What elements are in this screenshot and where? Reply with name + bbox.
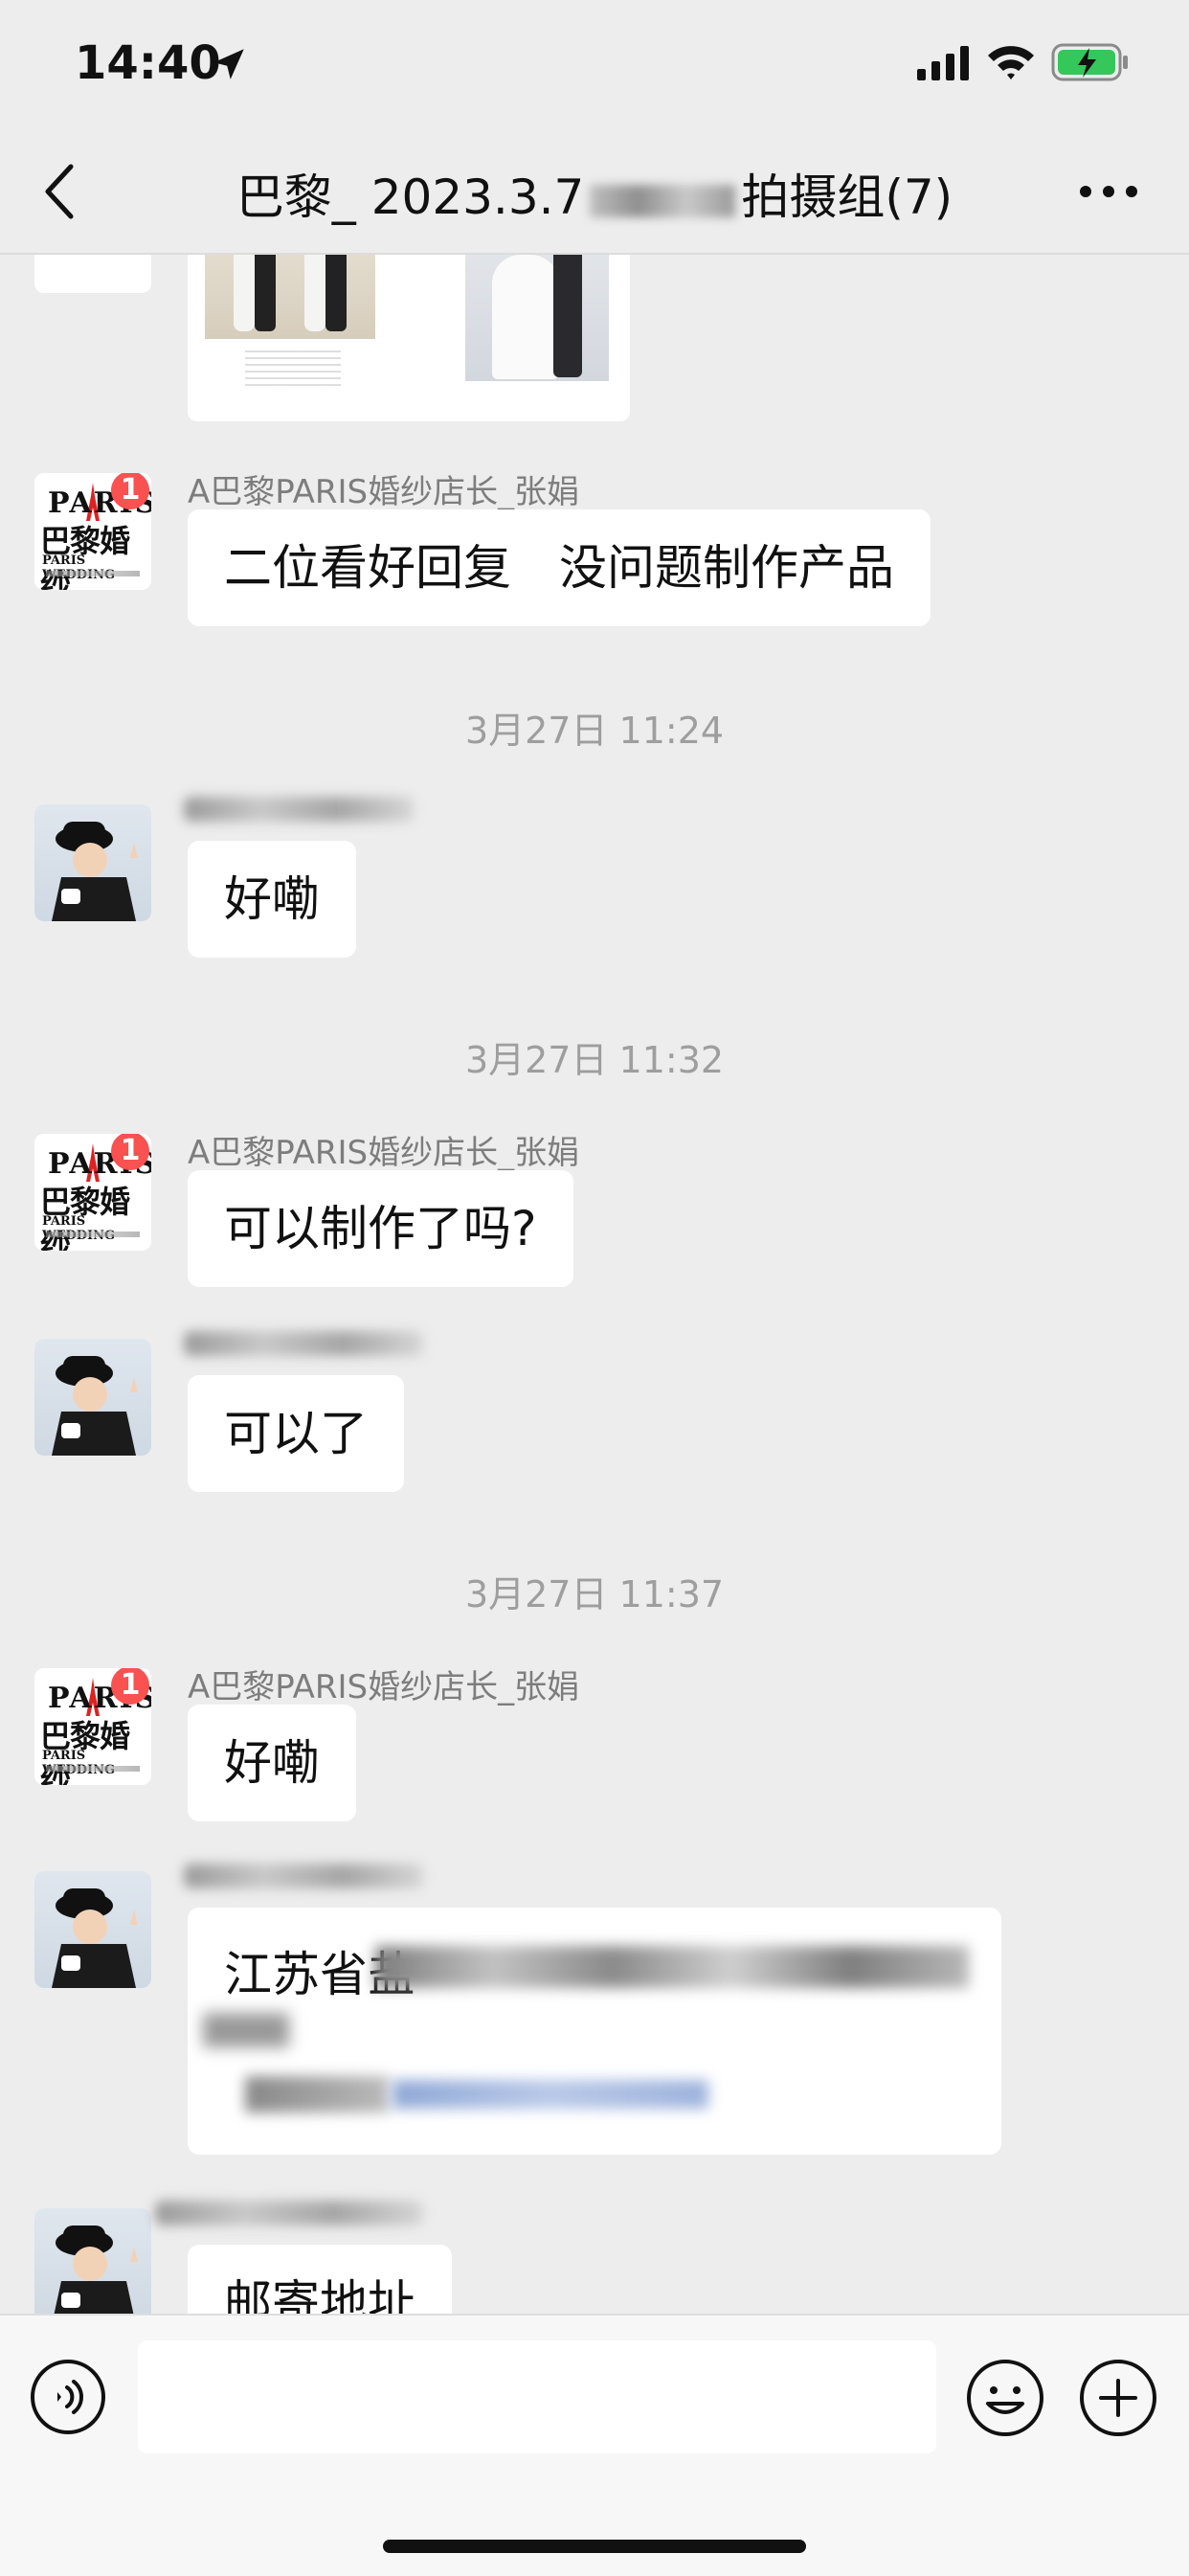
wedding-photo-right [465, 255, 609, 381]
avatar[interactable]: PARIS 巴黎婚纱 PARIS WEDDING 1 [34, 1134, 151, 1251]
logo-text-wedding: PARIS WEDDING [42, 1749, 115, 1777]
avatar[interactable] [34, 2208, 151, 2314]
redacted-phone [393, 2080, 708, 2109]
wifi-icon [988, 46, 1034, 79]
timestamp: 3月27日 11:32 [464, 1039, 725, 1081]
location-arrow-icon [213, 49, 244, 79]
wedding-photo-left [205, 255, 375, 339]
logo-tagline [46, 571, 140, 576]
logo-text-wedding: PARIS WEDDING [42, 554, 115, 582]
avatar[interactable]: PARIS 巴黎婚纱 PARIS WEDDING 1 [34, 473, 151, 590]
sender-name: A巴黎PARIS婚纱店长_张娟 [188, 473, 580, 511]
redacted-text [245, 2076, 389, 2113]
message-bubble[interactable]: 好嘞 [188, 1705, 356, 1821]
redacted-text [203, 2013, 289, 2047]
sender-name: A巴黎PARIS婚纱店长_张娟 [188, 1668, 580, 1706]
user-avatar-image [34, 2208, 151, 2314]
address-bubble[interactable]: 江苏省盐 [188, 1908, 1001, 2155]
caption-lines [245, 350, 341, 389]
message-bubble[interactable]: 可以制作了吗? [188, 1170, 573, 1287]
message-input[interactable] [138, 2340, 936, 2453]
logo-tagline [46, 1766, 140, 1772]
redacted-sender-name [155, 2201, 423, 2226]
sender-name: A巴黎PARIS婚纱店长_张娟 [188, 1134, 580, 1172]
photo-card[interactable] [188, 255, 630, 421]
chat-title-prefix: 巴黎_ 2023.3.7 [236, 169, 585, 225]
chat-title-suffix: 拍摄组(7) [741, 169, 953, 225]
add-more-icon[interactable] [1078, 2358, 1158, 2438]
message-list[interactable]: PARIS 巴黎婚纱 PARIS WEDDING 1 A巴黎PARIS婚纱店长_… [0, 255, 1189, 2314]
home-indicator[interactable] [383, 2540, 806, 2553]
user-avatar-image [34, 804, 151, 921]
avatar[interactable] [34, 255, 151, 293]
timestamp: 3月27日 11:24 [464, 710, 725, 752]
logo-tagline [46, 1232, 140, 1237]
avatar[interactable] [34, 1339, 151, 1456]
message-bubble[interactable]: 二位看好回复 没问题制作产品 [188, 509, 931, 626]
status-bar: 14:40 [0, 0, 1189, 126]
avatar[interactable] [34, 804, 151, 921]
more-options-icon[interactable] [1078, 182, 1139, 201]
battery-charging-icon [1051, 43, 1128, 81]
message-bubble[interactable]: 可以了 [188, 1375, 404, 1492]
message-bubble[interactable]: 好嘞 [188, 841, 356, 958]
input-bar [0, 2314, 1189, 2576]
redacted-text [590, 184, 736, 217]
emoji-icon[interactable] [965, 2358, 1045, 2438]
avatar[interactable] [34, 1871, 151, 1988]
redacted-sender-name [184, 797, 414, 822]
cellular-signal-icon [917, 46, 969, 80]
chat-title: 巴黎_ 2023.3.7 拍摄组(7) [0, 159, 1189, 228]
avatar[interactable]: PARIS 巴黎婚纱 PARIS WEDDING 1 [34, 1668, 151, 1785]
user-avatar-image [34, 1339, 151, 1456]
user-avatar-image [34, 1871, 151, 1988]
message-bubble[interactable]: 邮寄地址 [188, 2245, 452, 2314]
voice-input-icon[interactable] [29, 2358, 107, 2436]
timestamp: 3月27日 11:37 [464, 1573, 725, 1616]
redacted-text [375, 1946, 969, 1988]
status-time: 14:40 [75, 36, 221, 90]
redacted-sender-name [184, 1864, 423, 1888]
redacted-sender-name [184, 1331, 423, 1356]
logo-text-wedding: PARIS WEDDING [42, 1214, 115, 1243]
chat-header: 巴黎_ 2023.3.7 拍摄组(7) [0, 126, 1189, 255]
